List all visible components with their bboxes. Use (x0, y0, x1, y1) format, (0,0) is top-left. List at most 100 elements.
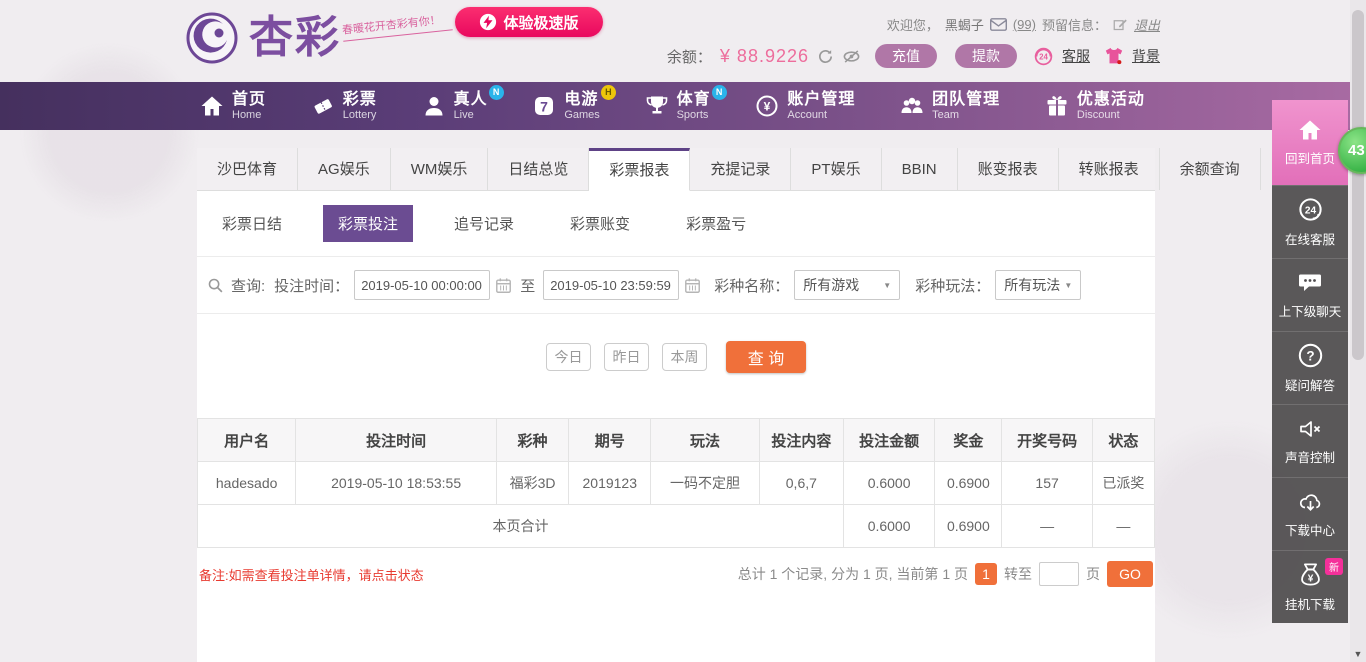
tab-account-change-report[interactable]: 账变报表 (958, 148, 1059, 190)
subtab-lottery-daily[interactable]: 彩票日结 (207, 205, 297, 242)
calendar-icon[interactable] (684, 277, 701, 294)
this-week-button[interactable]: 本周 (662, 343, 707, 371)
chat-bubble-icon (1297, 271, 1323, 295)
nav-item-account[interactable]: ¥ 账户管理 Account (755, 91, 855, 121)
page-unit-label: 页 (1086, 566, 1100, 582)
nav-item-games[interactable]: 7 电游 Games H (532, 85, 616, 121)
summary-row: 本页合计 0.6000 0.6900 — — (197, 504, 1156, 548)
hide-balance-icon[interactable] (842, 47, 861, 66)
calendar-icon[interactable] (495, 277, 512, 294)
tab-daily-summary[interactable]: 日结总览 (488, 148, 590, 190)
svg-text:24: 24 (1304, 205, 1316, 216)
withdraw-button[interactable]: 提款 (955, 44, 1017, 68)
quick-sidebar: 回到首页 24 在线客服 上下级聊天 ? 疑问解答 声音控制 下载中心 新 ¥ … (1272, 100, 1348, 623)
tab-wm[interactable]: WM娱乐 (391, 148, 489, 190)
edit-icon[interactable] (1113, 17, 1128, 32)
new-badge: N (488, 85, 504, 101)
main-nav: 首页 Home 彩票 Lottery 真人 Live N 7 电游 Games H 体育… (0, 82, 1366, 130)
cell-play-type: 一码不定胆 (650, 461, 760, 505)
background-link[interactable]: 背景 (1132, 46, 1160, 66)
person-icon (422, 94, 446, 118)
summary-label: 本页合计 (197, 504, 844, 548)
sidebar-item-download-center[interactable]: 下载中心 (1272, 477, 1348, 550)
tab-lottery-report[interactable]: 彩票报表 (589, 148, 691, 191)
mail-count-link[interactable]: (99) (1013, 17, 1036, 32)
balance-bar: 余额： ¥ 88.9226 充值 提款 24 客服 背景 (667, 44, 1160, 68)
sidebar-item-back-home[interactable]: 回到首页 (1272, 100, 1348, 185)
welcome-text: 欢迎您， (886, 18, 939, 33)
nav-item-live[interactable]: 真人 Live N (422, 85, 504, 121)
mail-icon[interactable] (989, 18, 1007, 31)
subtab-lottery-profit[interactable]: 彩票盈亏 (671, 205, 761, 242)
customer-service-link[interactable]: 客服 (1062, 46, 1090, 66)
home-icon (1297, 118, 1323, 142)
go-button[interactable]: GO (1107, 561, 1153, 587)
tab-bbin[interactable]: BBIN (882, 148, 958, 190)
search-button[interactable]: 查 询 (726, 341, 806, 373)
nav-item-lottery[interactable]: 彩票 Lottery (311, 91, 377, 121)
sidebar-item-sound-control[interactable]: 声音控制 (1272, 404, 1348, 477)
bets-table: 用户名 投注时间 彩种 期号 玩法 投注内容 投注金额 奖金 开奖号码 状态 h… (196, 418, 1156, 548)
cell-draw-number: 157 (1001, 461, 1093, 505)
tab-pt[interactable]: PT娱乐 (791, 148, 882, 190)
scrollbar-thumb[interactable] (1352, 10, 1364, 360)
tab-deposit-withdraw-records[interactable]: 充提记录 (690, 148, 792, 190)
refresh-balance-icon[interactable] (817, 48, 834, 65)
status-cell[interactable]: 已派奖 (1091, 461, 1156, 505)
play-select[interactable]: 所有玩法 ▼ (995, 270, 1082, 300)
scroll-down-arrow[interactable]: ▼ (1350, 649, 1366, 659)
page-scrollbar: ▼ (1350, 0, 1366, 662)
subtab-chase-records[interactable]: 追号记录 (439, 205, 529, 242)
logout-link[interactable]: 退出 (1134, 15, 1160, 34)
sidebar-item-hangup-download[interactable]: 新 ¥ 挂机下载 (1272, 550, 1348, 623)
subtab-lottery-account-changes[interactable]: 彩票账变 (555, 205, 645, 242)
to-label: 至 (520, 277, 536, 295)
svg-text:7: 7 (540, 99, 548, 115)
tab-transfer-report[interactable]: 转账报表 (1059, 148, 1160, 190)
sidebar-item-faq[interactable]: ? 疑问解答 (1272, 331, 1348, 404)
tab-saba-sports[interactable]: 沙巴体育 (197, 148, 299, 190)
nav-item-sports[interactable]: 体育 Sports N (645, 85, 727, 121)
service-24-icon: 24 (1297, 196, 1324, 223)
tab-ag[interactable]: AG娱乐 (298, 148, 391, 190)
new-badge: 新 (1325, 558, 1343, 575)
money-bag-icon: ¥ (1297, 561, 1324, 588)
recharge-button[interactable]: 充值 (875, 44, 937, 68)
action-bar: 今日 昨日 本周 查 询 (197, 341, 1155, 373)
page-1-button[interactable]: 1 (975, 563, 997, 585)
svg-text:24: 24 (1039, 52, 1048, 61)
col-prize: 奖金 (934, 418, 1003, 462)
nav-item-team[interactable]: 团队管理 Team (900, 91, 1000, 121)
note-text: 备注:如需查看投注单详情，请点击状态 (199, 567, 424, 583)
goto-page-input[interactable] (1039, 562, 1079, 586)
col-bet-amount: 投注金额 (842, 418, 936, 462)
cloud-download-icon (1297, 490, 1324, 514)
summary-prize-total: 0.6900 (934, 504, 1003, 548)
ticket-icon (311, 94, 335, 118)
nav-item-discount[interactable]: 优惠活动 Discount (1045, 91, 1145, 121)
cell-prize: 0.6900 (934, 461, 1003, 505)
tab-balance-query[interactable]: 余额查询 (1160, 148, 1261, 190)
chevron-down-icon: ▼ (1064, 280, 1073, 290)
filter-bar: 查询: 投注时间： 至 彩种名称： 所有游戏▼ 彩种玩法： 所有玩法▼ (197, 257, 1155, 314)
yesterday-button[interactable]: 昨日 (604, 343, 649, 371)
table-footer: 备注:如需查看投注单详情，请点击状态 总计 1 个记录, 分为 1 页, 当前第… (197, 561, 1155, 587)
nav-item-home[interactable]: 首页 Home (200, 91, 266, 121)
search-icon (207, 277, 224, 294)
game-select[interactable]: 所有游戏 ▼ (794, 270, 901, 300)
today-button[interactable]: 今日 (546, 343, 591, 371)
cell-username: hadesado (196, 461, 297, 505)
bet-time-from-input[interactable] (354, 270, 491, 300)
speed-version-button[interactable]: 体验极速版 (455, 7, 603, 37)
coin-icon: ¥ (755, 94, 779, 118)
brand-logo[interactable]: 杏彩 (183, 8, 341, 68)
report-tab-bar: 沙巴体育 AG娱乐 WM娱乐 日结总览 彩票报表 充提记录 PT娱乐 BBIN … (197, 148, 1261, 191)
subtab-lottery-bets[interactable]: 彩票投注 (323, 205, 414, 242)
sidebar-item-chat[interactable]: 上下级聊天 (1272, 258, 1348, 331)
col-draw-number: 开奖号码 (1001, 418, 1093, 462)
cell-bet-time: 2019-05-10 18:53:55 (295, 461, 497, 505)
gift-icon (1045, 94, 1069, 118)
bet-time-to-input[interactable] (543, 270, 680, 300)
sidebar-item-online-service[interactable]: 24 在线客服 (1272, 185, 1348, 258)
people-icon (900, 94, 924, 118)
